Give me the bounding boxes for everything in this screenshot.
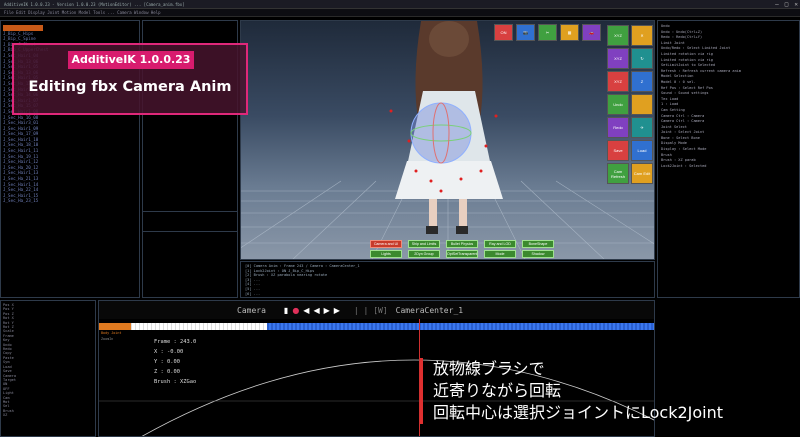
toolbar-icon-row: ON 📷 ✂ ▦ 🚗 bbox=[494, 24, 601, 41]
tool-icon[interactable]: XYZ bbox=[607, 48, 629, 69]
timeline-separator: | | [W] bbox=[353, 305, 388, 315]
camera-label: Camera bbox=[237, 305, 266, 315]
tool-icon-grid: XYZ ✕ XYZ ↻ XYZ Z Undo Redo ✈ Save Load Cam Refresh… bbox=[607, 25, 653, 184]
title-badge: AdditiveIK 1.0.0.23 Editing fbx Camera A… bbox=[12, 43, 248, 115]
close-button[interactable]: ✕ bbox=[794, 1, 798, 8]
toolbar-icon[interactable]: ✂ bbox=[538, 24, 557, 41]
tool-icon[interactable]: Load bbox=[631, 140, 653, 161]
caption-line: 回転中心は選択ジョイントにLock2Joint bbox=[433, 403, 724, 422]
ruler-keyframe-range[interactable] bbox=[267, 323, 654, 330]
frame-label: Frame : bbox=[154, 339, 177, 345]
toolbar-icon[interactable]: ▦ bbox=[560, 24, 579, 41]
viewport-button[interactable]: OptSetTransparent bbox=[446, 250, 478, 258]
tool-icon[interactable]: Redo bbox=[607, 117, 629, 138]
minimize-button[interactable]: — bbox=[775, 1, 779, 8]
tool-icon[interactable]: XYZ bbox=[607, 25, 629, 46]
viewport-button[interactable]: Lights bbox=[370, 250, 402, 258]
play-backward-button[interactable]: ◀ bbox=[303, 306, 309, 315]
timeline-ruler[interactable] bbox=[99, 323, 654, 330]
viewport-button[interactable]: Bullet Physics bbox=[446, 240, 478, 248]
tool-icon[interactable]: Cam Refresh bbox=[607, 163, 629, 184]
record-button[interactable]: ● bbox=[292, 306, 299, 315]
x-label: X : bbox=[154, 349, 164, 355]
title-bar: AdditiveIK 1.0.0.23 - Version 1.0.0.23 (… bbox=[0, 0, 800, 9]
ruler-start-marker bbox=[99, 323, 131, 330]
panel-divider bbox=[143, 211, 237, 212]
y-label: Y : bbox=[154, 359, 164, 365]
tool-icon[interactable]: XYZ bbox=[607, 71, 629, 92]
viewport-button-bar: Camera and UI Ship and Limits Bullet Physi… bbox=[370, 240, 554, 258]
badge-version: AdditiveIK 1.0.0.23 bbox=[68, 51, 194, 69]
tool-icon[interactable]: ✈ bbox=[631, 117, 653, 138]
tool-icon[interactable]: ✕ bbox=[631, 25, 653, 46]
window-title: AdditiveIK 1.0.0.23 - Version 1.0.0.23 (… bbox=[4, 1, 185, 7]
tool-icon[interactable] bbox=[631, 94, 653, 115]
property-row[interactable]: Lock2Joint : Selected bbox=[661, 164, 796, 170]
viewport-button[interactable]: Ray and LOD bbox=[484, 240, 516, 248]
console-line: [6] ... bbox=[245, 291, 261, 296]
viewport-button[interactable]: Camera and UI bbox=[370, 240, 402, 248]
left-list-item[interactable]: XZ bbox=[3, 413, 93, 417]
badge-title: Editing fbx Camera Anim bbox=[28, 79, 232, 95]
tool-icon[interactable]: Save bbox=[607, 140, 629, 161]
bottom-left-panel[interactable]: Pos X Pos Y Pos Z Rot X Rot Y Rot Z Scale Frame… bbox=[0, 300, 96, 437]
caption-overlay: 放物線ブラシで 近寄りながら回転 回転中心は選択ジョイントにLock2Joint bbox=[420, 358, 723, 424]
camera-target-label: CameraCenter_1 bbox=[395, 305, 464, 315]
caption-line: 放物線ブラシで bbox=[433, 359, 545, 378]
viewport-button[interactable]: Mode bbox=[484, 250, 516, 258]
play-button[interactable]: ▶ bbox=[334, 306, 340, 315]
brush-label: Brush : bbox=[154, 379, 177, 385]
panel-divider bbox=[143, 231, 237, 232]
z-label: Z : bbox=[154, 369, 164, 375]
tool-icon[interactable]: Undo bbox=[607, 94, 629, 115]
viewport-button[interactable]: Shadow bbox=[522, 250, 554, 258]
right-properties-panel[interactable]: Undo Undo : Undo(Ctrl+Z) Redo : Redo(Ctr… bbox=[657, 20, 800, 298]
toolbar-icon[interactable]: 📷 bbox=[516, 24, 535, 41]
toolbar-icon[interactable]: ON bbox=[494, 24, 513, 41]
maximize-button[interactable]: □ bbox=[785, 1, 789, 8]
frame-readout: Frame : 243.0 X : -0.00 Y : 0.00 Z : 0.0… bbox=[154, 337, 196, 387]
viewport-button[interactable]: 2Dyn Group bbox=[408, 250, 440, 258]
z-value: 0.00 bbox=[167, 369, 180, 375]
tool-icon[interactable]: ↻ bbox=[631, 48, 653, 69]
y-value: 0.00 bbox=[167, 359, 180, 365]
x-value: -0.00 bbox=[167, 349, 184, 355]
caption-line: 近寄りながら回転 bbox=[433, 381, 562, 400]
stop-button[interactable]: ▮ bbox=[284, 306, 288, 315]
timeline-header: Camera ▮ ● ◀ ◀ ▶ ▶ | | [W] CameraCenter_… bbox=[99, 301, 654, 319]
tool-icon[interactable]: Cam Edit bbox=[631, 163, 653, 184]
tree-selected-item[interactable] bbox=[3, 25, 43, 31]
toolbar-icon[interactable]: 🚗 bbox=[582, 24, 601, 41]
prev-frame-button[interactable]: ◀ bbox=[313, 306, 319, 315]
3d-viewport[interactable] bbox=[240, 20, 655, 260]
next-frame-button[interactable]: ▶ bbox=[324, 306, 330, 315]
brush-value: XZGao bbox=[179, 379, 197, 385]
viewport-button[interactable]: Ship and Limits bbox=[408, 240, 440, 248]
menu-bar[interactable]: File Edit Display Joint Motion Model Too… bbox=[0, 9, 800, 17]
frame-value: 243.0 bbox=[179, 339, 197, 345]
tree-item[interactable]: J_Sec_Ha_23_15 bbox=[3, 198, 137, 204]
viewport-button[interactable]: BoneShape bbox=[522, 240, 554, 248]
log-console: [0] Camera Anim : Frame 243 / Camera : C… bbox=[240, 261, 655, 298]
tool-icon[interactable]: Z bbox=[631, 71, 653, 92]
